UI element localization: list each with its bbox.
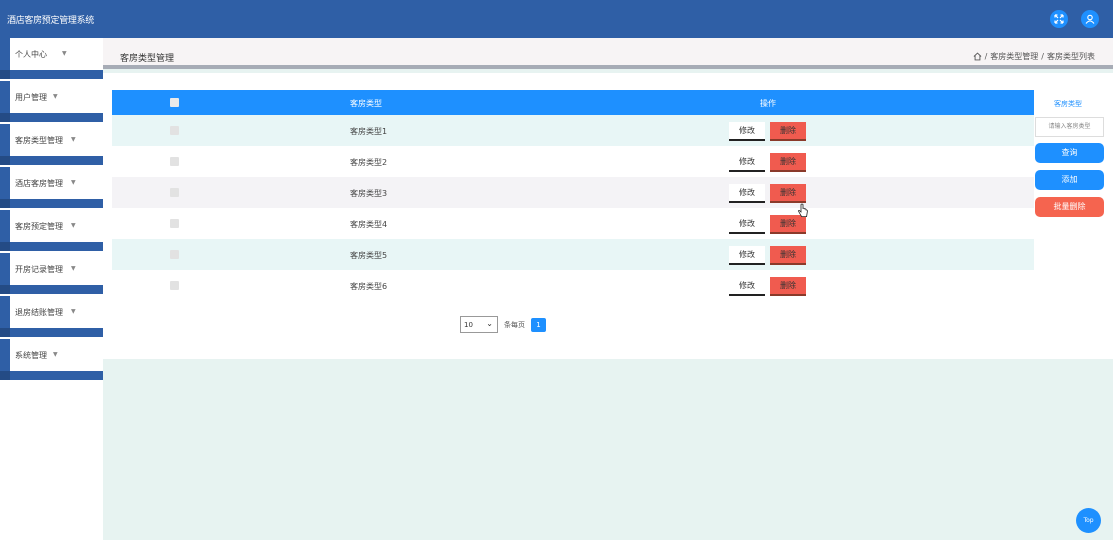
room-type-name: 客房类型3 [350, 189, 388, 198]
room-type-search-input[interactable]: 请输入客房类型 [1035, 117, 1104, 137]
hand-cursor-icon [798, 203, 808, 217]
table-row: 客房类型4 修改 删除 [112, 208, 1034, 239]
caret-down-icon: ▼ [71, 308, 76, 315]
menu-divider [0, 285, 103, 294]
pagination: 10 ⌄ 条每页 1 [460, 316, 546, 333]
app-title: 酒店客房预定管理系统 [7, 16, 95, 26]
menu-divider [0, 199, 103, 208]
add-button[interactable]: 添加 [1035, 170, 1104, 190]
row-checkbox[interactable] [170, 281, 179, 290]
row-checkbox[interactable] [170, 157, 179, 166]
sidebar-item-system-management[interactable]: 系统管理 ▼ [0, 339, 103, 382]
row-checkbox[interactable] [170, 219, 179, 228]
edit-button[interactable]: 修改 [729, 184, 765, 203]
delete-button[interactable]: 删除 [770, 184, 806, 203]
sidebar-item-checkout-billing[interactable]: 退房结账管理 ▼ [0, 296, 103, 339]
sidebar-item-room-type-management[interactable]: 客房类型管理 ▼ [0, 124, 103, 167]
sidebar-item-label: 系统管理 [15, 351, 47, 360]
edit-button[interactable]: 修改 [729, 277, 765, 296]
sidebar-item-label: 酒店客房管理 [15, 179, 63, 188]
table-panel: 客房类型 操作 客房类型1 修改 删除 客房类型2 修改 删除 客房类型3 修改… [103, 73, 1113, 359]
search-label: 客房类型 [1054, 100, 1082, 108]
breadcrumb-separator: / [984, 52, 988, 61]
edit-button[interactable]: 修改 [729, 246, 765, 265]
sidebar-item-checkin-records[interactable]: 开房记录管理 ▼ [0, 253, 103, 296]
caret-down-icon: ▼ [71, 222, 76, 229]
search-panel: 客房类型 请输入客房类型 查询 添加 批量删除 [1034, 73, 1113, 359]
page-title: 客房类型管理 [120, 54, 175, 64]
caret-down-icon: ▼ [62, 50, 67, 57]
table-row: 客房类型1 修改 删除 [112, 115, 1034, 146]
delete-button[interactable]: 删除 [770, 122, 806, 141]
edit-button[interactable]: 修改 [729, 153, 765, 172]
row-checkbox[interactable] [170, 188, 179, 197]
per-page-label: 条每页 [504, 320, 525, 329]
menu-divider [0, 156, 103, 165]
page-number-button[interactable]: 1 [531, 317, 546, 332]
caret-down-icon: ▼ [53, 351, 58, 358]
room-type-name: 客房类型5 [350, 251, 388, 260]
sidebar-item-label: 开房记录管理 [15, 265, 63, 274]
sidebar-item-label: 客房类型管理 [15, 136, 63, 145]
room-type-name: 客房类型1 [350, 127, 388, 136]
sidebar-item-label: 退房结账管理 [15, 308, 63, 317]
fullscreen-icon[interactable] [1050, 10, 1068, 28]
delete-button[interactable]: 删除 [770, 246, 806, 265]
row-checkbox[interactable] [170, 250, 179, 259]
back-to-top-button[interactable]: Top [1076, 508, 1101, 533]
menu-divider [0, 242, 103, 251]
sidebar-item-label: 用户管理 [15, 93, 47, 102]
delete-button[interactable]: 删除 [770, 153, 806, 172]
select-all-checkbox[interactable] [170, 98, 179, 107]
table-header: 客房类型 操作 [112, 90, 1034, 115]
sidebar-item-user-management[interactable]: 用户管理 ▼ [0, 81, 103, 124]
breadcrumb-separator: / [1041, 52, 1044, 61]
breadcrumb: / 客房类型管理 / 客房类型列表 [973, 51, 1095, 62]
batch-delete-button[interactable]: 批量删除 [1035, 197, 1104, 217]
sidebar-item-personal-center[interactable]: 个人中心 ▼ [0, 38, 103, 81]
top-bar: 酒店客房预定管理系统 [0, 0, 1113, 38]
sidebar: 个人中心 ▼ 用户管理 ▼ 客房类型管理 ▼ 酒店客房管理 ▼ 客房预定管理 ▼ 开房记录… [0, 38, 103, 540]
room-type-name: 客房类型2 [350, 158, 388, 167]
table-row: 客房类型3 修改 删除 [112, 177, 1034, 208]
table-row: 客房类型6 修改 删除 [112, 270, 1034, 301]
table-row: 客房类型2 修改 删除 [112, 146, 1034, 177]
page-size-select[interactable]: 10 ⌄ [460, 316, 498, 333]
edit-button[interactable]: 修改 [729, 122, 765, 141]
sidebar-item-label: 客房预定管理 [15, 222, 63, 231]
caret-down-icon: ▼ [71, 265, 76, 272]
sidebar-item-hotel-room-management[interactable]: 酒店客房管理 ▼ [0, 167, 103, 210]
menu-divider [0, 113, 103, 122]
sidebar-item-label: 个人中心 [15, 50, 47, 59]
query-button[interactable]: 查询 [1035, 143, 1104, 163]
caret-down-icon: ▼ [53, 93, 58, 100]
row-checkbox[interactable] [170, 126, 179, 135]
breadcrumb-item[interactable]: 客房类型管理 [990, 51, 1038, 62]
delete-button[interactable]: 删除 [770, 277, 806, 296]
caret-down-icon: ▼ [71, 179, 76, 186]
menu-divider [0, 371, 103, 380]
column-header-operation: 操作 [760, 99, 776, 108]
room-type-name: 客房类型4 [350, 220, 388, 229]
page-size-value: 10 [464, 321, 473, 329]
edit-button[interactable]: 修改 [729, 215, 765, 234]
menu-divider [0, 70, 103, 79]
caret-down-icon: ▼ [71, 136, 76, 143]
breadcrumb-bar: 客房类型管理 / 客房类型管理 / 客房类型列表 [103, 38, 1113, 69]
breadcrumb-item: 客房类型列表 [1047, 52, 1095, 61]
table-row: 客房类型5 修改 删除 [112, 239, 1034, 270]
room-type-name: 客房类型6 [350, 282, 388, 291]
home-icon[interactable] [973, 52, 982, 61]
menu-divider [0, 328, 103, 337]
sidebar-item-room-booking-management[interactable]: 客房预定管理 ▼ [0, 210, 103, 253]
chevron-down-icon: ⌄ [486, 319, 493, 328]
user-icon[interactable] [1081, 10, 1099, 28]
main-content: 客房类型管理 / 客房类型管理 / 客房类型列表 客房类型 操作 客房类型1 修… [103, 38, 1113, 540]
column-header-room-type: 客房类型 [350, 99, 382, 108]
